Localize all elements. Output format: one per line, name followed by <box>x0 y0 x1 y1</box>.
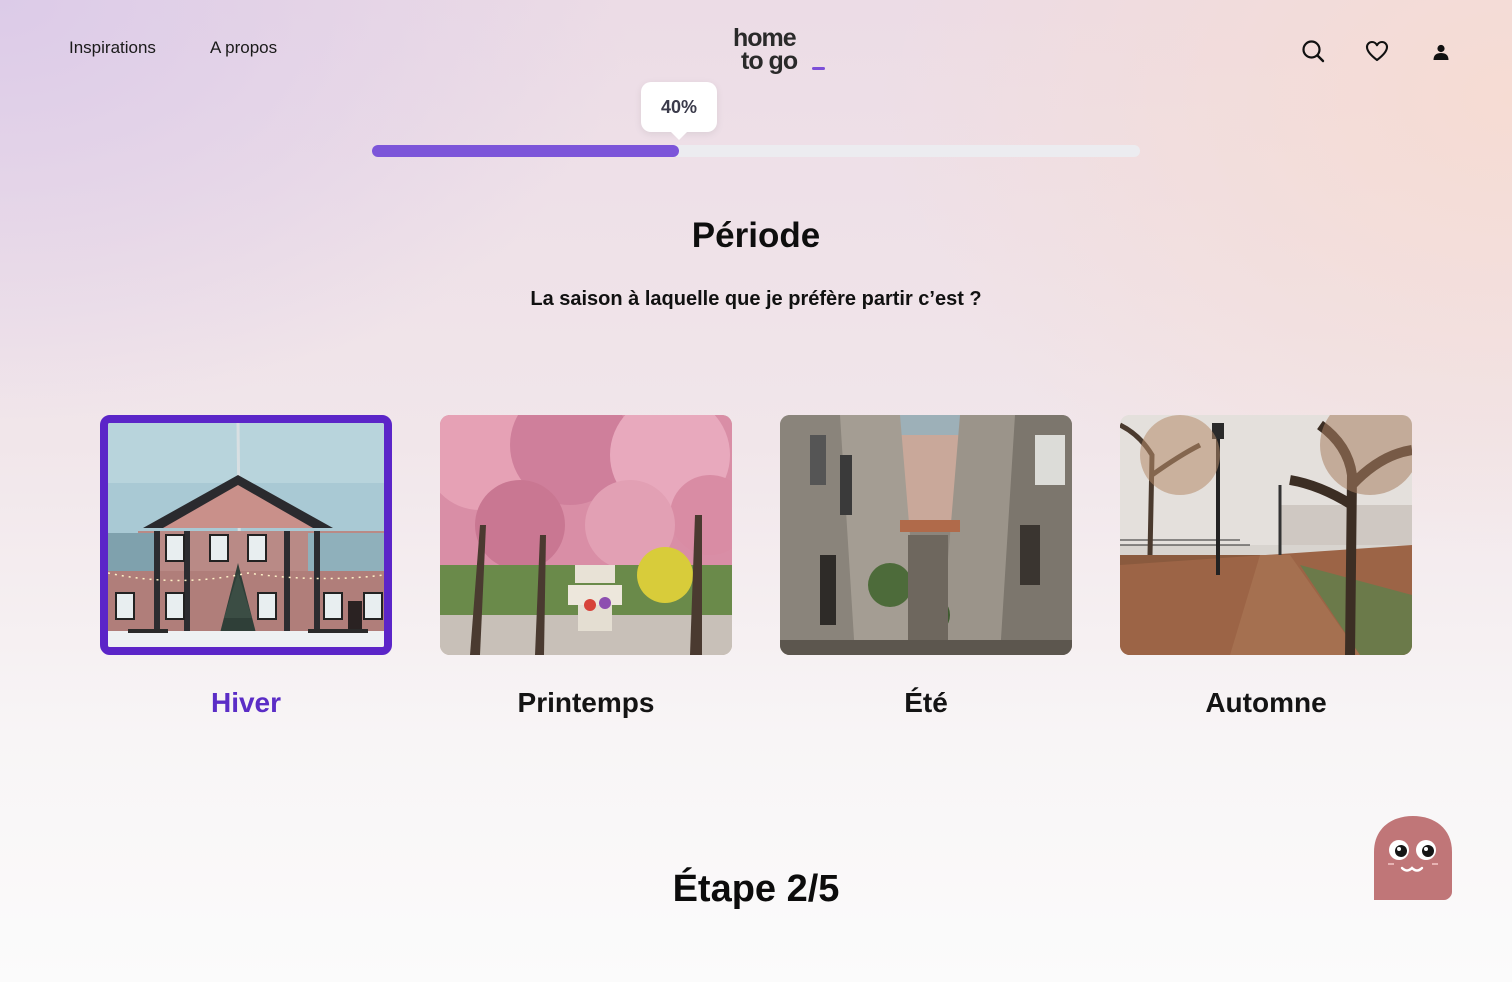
progress-bar <box>372 145 1140 157</box>
season-option-ete[interactable]: Été <box>780 415 1072 718</box>
logo-line-2: to go <box>741 47 798 75</box>
step-indicator: Étape 2/5 <box>672 868 840 910</box>
season-option-printemps[interactable]: Printemps <box>440 415 732 718</box>
option-label: Automne <box>1205 687 1327 718</box>
option-label: Printemps <box>517 687 655 718</box>
summer-image <box>780 415 1072 655</box>
nav-link-inspirations[interactable]: Inspirations <box>69 38 156 58</box>
autumn-image <box>1120 415 1412 655</box>
question-text: La saison à laquelle que je préfère part… <box>530 288 982 310</box>
user-icon[interactable] <box>1428 38 1454 64</box>
mascot-chat-button[interactable] <box>1374 816 1452 900</box>
hometogo-logo[interactable]: home to go <box>731 24 831 80</box>
progress-percentage-bubble: 40% <box>641 82 717 140</box>
nav-link-a-propos[interactable]: A propos <box>210 38 277 58</box>
spring-image <box>440 415 732 655</box>
logo-accent-dash <box>812 67 825 70</box>
option-label: Été <box>904 687 948 718</box>
progress-bar-fill <box>372 145 679 157</box>
search-icon[interactable] <box>1300 38 1326 64</box>
option-label: Hiver <box>210 687 282 718</box>
season-option-automne[interactable]: Automne <box>1120 415 1412 718</box>
page-title: Période <box>691 216 821 255</box>
heart-icon[interactable] <box>1364 38 1390 64</box>
season-option-hiver[interactable]: Hiver <box>100 415 392 718</box>
winter-image <box>100 415 392 655</box>
